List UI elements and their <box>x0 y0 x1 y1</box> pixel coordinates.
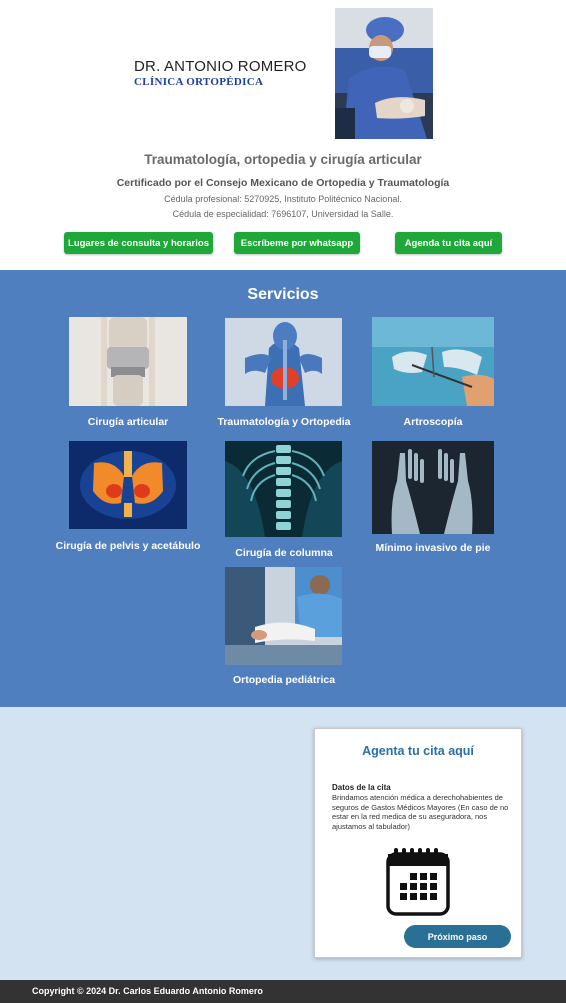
service-label[interactable]: Mínimo invasivo de pie <box>362 542 504 554</box>
appointment-title: Agenta tu cita aquí <box>362 744 474 758</box>
next-step-button[interactable]: Próximo paso <box>404 925 511 948</box>
service-label[interactable]: Cirugía articular <box>55 416 201 428</box>
whatsapp-button[interactable]: Escríbeme por whatsapp <box>234 232 360 254</box>
copyright-text: Copyright © 2024 Dr. Carlos Eduardo Anto… <box>32 986 263 996</box>
service-image-knee[interactable] <box>69 317 187 406</box>
service-image-pelvis[interactable] <box>69 441 187 529</box>
footer: Copyright © 2024 Dr. Carlos Eduardo Anto… <box>0 980 566 1003</box>
service-image-spine[interactable] <box>225 318 342 406</box>
service-label[interactable]: Artroscopía <box>372 416 494 428</box>
appointment-button[interactable]: Agenda tu cita aquí <box>395 232 502 254</box>
cedula-especialidad: Cédula de especialidad: 7696107, Univers… <box>172 209 394 219</box>
service-label[interactable]: Traumatología y Ortopedia <box>205 416 363 428</box>
service-label[interactable]: Cirugía de columna <box>205 547 363 559</box>
cedula-profesional: Cédula profesional: 5270925, Instituto P… <box>164 194 402 204</box>
service-label[interactable]: Cirugía de pelvis y acetábulo <box>45 540 211 552</box>
appointment-subtitle: Datos de la cita <box>332 783 391 792</box>
certification-text: Certificado por el Consejo Mexicano de O… <box>116 177 450 189</box>
specialty-heading: Traumatología, ortopedia y cirugía artic… <box>144 152 422 167</box>
clinic-name: CLÍNICA ORTOPÉDICA <box>134 76 264 88</box>
appointment-section: Agenta tu cita aquí Datos de la cita Bri… <box>0 707 566 980</box>
appointment-card: Agenta tu cita aquí Datos de la cita Bri… <box>314 728 522 958</box>
service-image-arthroscopy[interactable] <box>372 317 494 406</box>
doctor-photo <box>335 8 433 139</box>
service-image-spine-xray[interactable] <box>225 441 342 537</box>
doctor-name: DR. ANTONIO ROMERO <box>134 58 307 75</box>
service-image-foot-xray[interactable] <box>372 441 494 534</box>
services-section: Servicios Cirugía articular Traumatologí… <box>0 270 566 707</box>
services-title: Servicios <box>247 286 319 303</box>
service-label[interactable]: Ortopedia pediátrica <box>205 674 363 686</box>
appointment-description: Brindamos atención médica a derechohabie… <box>332 793 509 831</box>
calendar-icon <box>385 847 451 917</box>
locations-button[interactable]: Lugares de consulta y horarios <box>64 232 213 254</box>
header: DR. ANTONIO ROMERO CLÍNICA ORTOPÉDICA Tr… <box>0 0 566 270</box>
service-image-pediatric[interactable] <box>225 567 342 665</box>
